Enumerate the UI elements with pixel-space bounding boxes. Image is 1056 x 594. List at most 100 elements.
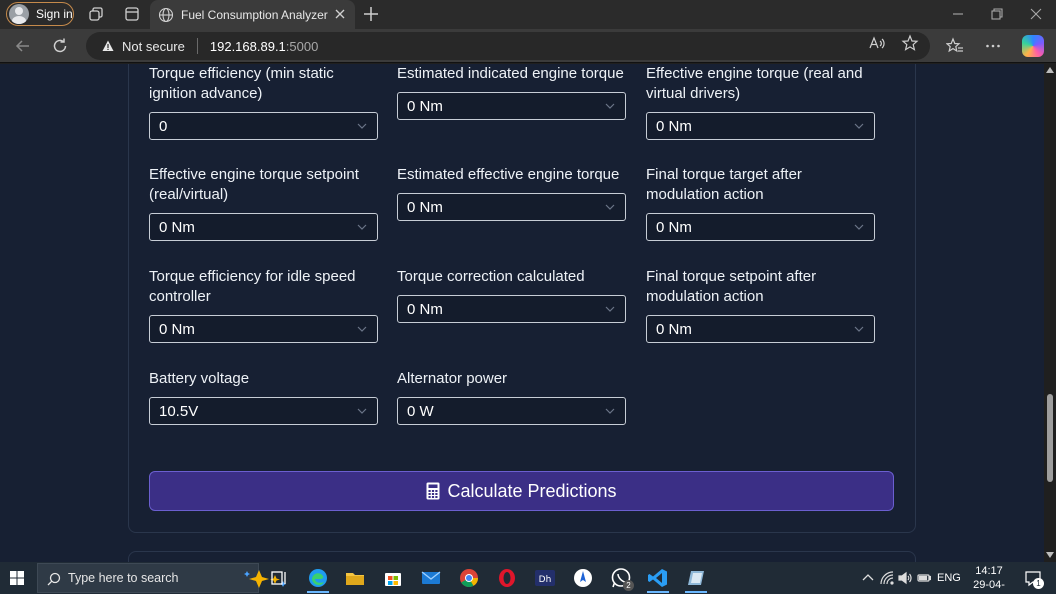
- search-icon: [47, 572, 61, 586]
- whatsapp-badge: 2: [623, 580, 634, 591]
- chevron-down-icon: [854, 224, 864, 230]
- field-label: Torque efficiency for idle speed control…: [149, 268, 356, 305]
- chevron-down-icon: [357, 326, 367, 332]
- next-card: [128, 551, 916, 562]
- favorites-icon[interactable]: [946, 37, 964, 55]
- select-value: 0 Nm: [656, 320, 692, 338]
- tab-title: Fuel Consumption Analyzer: [181, 7, 328, 22]
- effective-engine-torque-select[interactable]: 0 Nm: [646, 112, 875, 140]
- close-tab-icon[interactable]: [333, 7, 347, 21]
- field-label: Torque correction calculated: [397, 268, 585, 285]
- scrollbar-thumb[interactable]: [1047, 394, 1053, 482]
- compass-app-icon[interactable]: [572, 567, 594, 589]
- chevron-down-icon: [605, 408, 615, 414]
- select-value: 0 Nm: [407, 97, 443, 115]
- active-app-indicator: [307, 591, 329, 593]
- favorite-star-icon[interactable]: [901, 34, 919, 52]
- select-value: 0 Nm: [656, 218, 692, 236]
- select-value: 10.5V: [159, 402, 199, 420]
- language-indicator[interactable]: ENG: [937, 572, 961, 584]
- notification-count: 1: [1033, 578, 1044, 589]
- chevron-down-icon: [854, 326, 864, 332]
- avatar: [9, 4, 29, 24]
- svg-text:Dh: Dh: [539, 575, 552, 585]
- chevron-down-icon: [605, 306, 615, 312]
- new-tab-icon[interactable]: [362, 5, 380, 23]
- page-scrollbar[interactable]: [1044, 64, 1056, 562]
- divider: [196, 38, 198, 54]
- task-view-icon[interactable]: [268, 567, 290, 589]
- field-idle-speed-torque-efficiency: Torque efficiency for idle speed control…: [149, 267, 378, 343]
- terminal-app-icon[interactable]: Dh: [534, 567, 556, 589]
- back-icon[interactable]: [14, 37, 32, 55]
- estimated-effective-torque-select[interactable]: 0 Nm: [397, 193, 626, 221]
- field-label: Effective engine torque (real and virtua…: [646, 65, 863, 102]
- search-placeholder: Type here to search: [68, 571, 179, 585]
- chevron-down-icon: [357, 123, 367, 129]
- windows-start-icon[interactable]: [10, 571, 24, 585]
- field-label: Final torque target after modulation act…: [646, 166, 802, 203]
- url-host: 192.168.89.1: [209, 38, 286, 54]
- restore-icon[interactable]: [989, 6, 1005, 22]
- field-effective-engine-torque: Effective engine torque (real and virtua…: [646, 64, 875, 140]
- clock-date: 29-04-2025: [973, 579, 1005, 594]
- clock-time: 14:17: [975, 565, 1003, 577]
- clock[interactable]: 14:17 29-04-2025: [963, 564, 1015, 594]
- field-label: Torque efficiency (min static ignition a…: [149, 65, 334, 102]
- vertical-tabs-icon[interactable]: [123, 5, 141, 23]
- globe-icon: [158, 7, 174, 22]
- notification-center[interactable]: 1: [1024, 569, 1044, 589]
- chevron-down-icon: [357, 224, 367, 230]
- final-torque-setpoint-select[interactable]: 0 Nm: [646, 315, 875, 343]
- field-alternator-power: Alternator power 0 W: [397, 369, 626, 425]
- field-battery-voltage: Battery voltage 10.5V: [149, 369, 378, 425]
- mail-icon[interactable]: [420, 567, 442, 589]
- vscode-icon[interactable]: [647, 567, 669, 589]
- battery-icon[interactable]: [917, 571, 931, 585]
- volume-icon[interactable]: [898, 571, 912, 585]
- address-bar[interactable]: Not secure 192.168.89.1:5000: [86, 32, 930, 60]
- read-aloud-icon[interactable]: [868, 34, 886, 52]
- notepad-app-icon[interactable]: [685, 567, 707, 589]
- opera-icon[interactable]: [496, 567, 518, 589]
- tab-fuel-consumption-analyzer[interactable]: Fuel Consumption Analyzer: [150, 0, 355, 29]
- torque-correction-select[interactable]: 0 Nm: [397, 295, 626, 323]
- select-value: 0 Nm: [656, 117, 692, 135]
- refresh-icon[interactable]: [51, 37, 69, 55]
- torque-efficiency-min-ignition-select[interactable]: 0: [149, 112, 378, 140]
- edge-icon[interactable]: [307, 567, 329, 589]
- select-value: 0: [159, 117, 168, 135]
- file-explorer-icon[interactable]: [344, 567, 366, 589]
- more-menu-icon[interactable]: [984, 37, 1002, 55]
- field-label: Battery voltage: [149, 370, 250, 387]
- final-torque-target-select[interactable]: 0 Nm: [646, 213, 875, 241]
- not-secure-label[interactable]: Not secure: [122, 39, 185, 54]
- scroll-up-icon[interactable]: [1046, 67, 1054, 73]
- select-value: 0 Nm: [159, 320, 195, 338]
- taskbar-search-box[interactable]: Type here to search: [37, 563, 286, 593]
- calculator-icon: [426, 482, 440, 500]
- browser-toolbar: Not secure 192.168.89.1:5000: [0, 29, 1056, 63]
- calculate-predictions-button[interactable]: Calculate Predictions: [149, 471, 894, 511]
- field-torque-efficiency-min-ignition: Torque efficiency (min static ignition a…: [149, 64, 378, 140]
- minimize-icon[interactable]: [950, 6, 966, 22]
- alternator-power-select[interactable]: 0 W: [397, 397, 626, 425]
- sign-in-button[interactable]: Sign in: [6, 2, 74, 26]
- estimated-indicated-torque-select[interactable]: 0 Nm: [397, 92, 626, 120]
- battery-voltage-select[interactable]: 10.5V: [149, 397, 378, 425]
- whatsapp-taskbar-item[interactable]: 2: [610, 567, 634, 594]
- field-estimated-effective-torque: Estimated effective engine torque 0 Nm: [397, 165, 626, 221]
- chrome-icon[interactable]: [458, 567, 480, 589]
- field-final-torque-target: Final torque target after modulation act…: [646, 165, 875, 241]
- warning-icon: [102, 40, 114, 51]
- copilot-icon[interactable]: [1022, 35, 1044, 57]
- chevron-up-icon[interactable]: [861, 571, 875, 585]
- url-port: :5000: [285, 38, 319, 54]
- idle-speed-torque-efficiency-select[interactable]: 0 Nm: [149, 315, 378, 343]
- close-window-icon[interactable]: [1028, 6, 1044, 22]
- workspaces-icon[interactable]: [87, 5, 105, 23]
- scroll-down-icon[interactable]: [1046, 552, 1054, 558]
- effective-torque-setpoint-select[interactable]: 0 Nm: [149, 213, 378, 241]
- wifi-icon[interactable]: [880, 571, 894, 585]
- microsoft-store-icon[interactable]: [382, 567, 404, 589]
